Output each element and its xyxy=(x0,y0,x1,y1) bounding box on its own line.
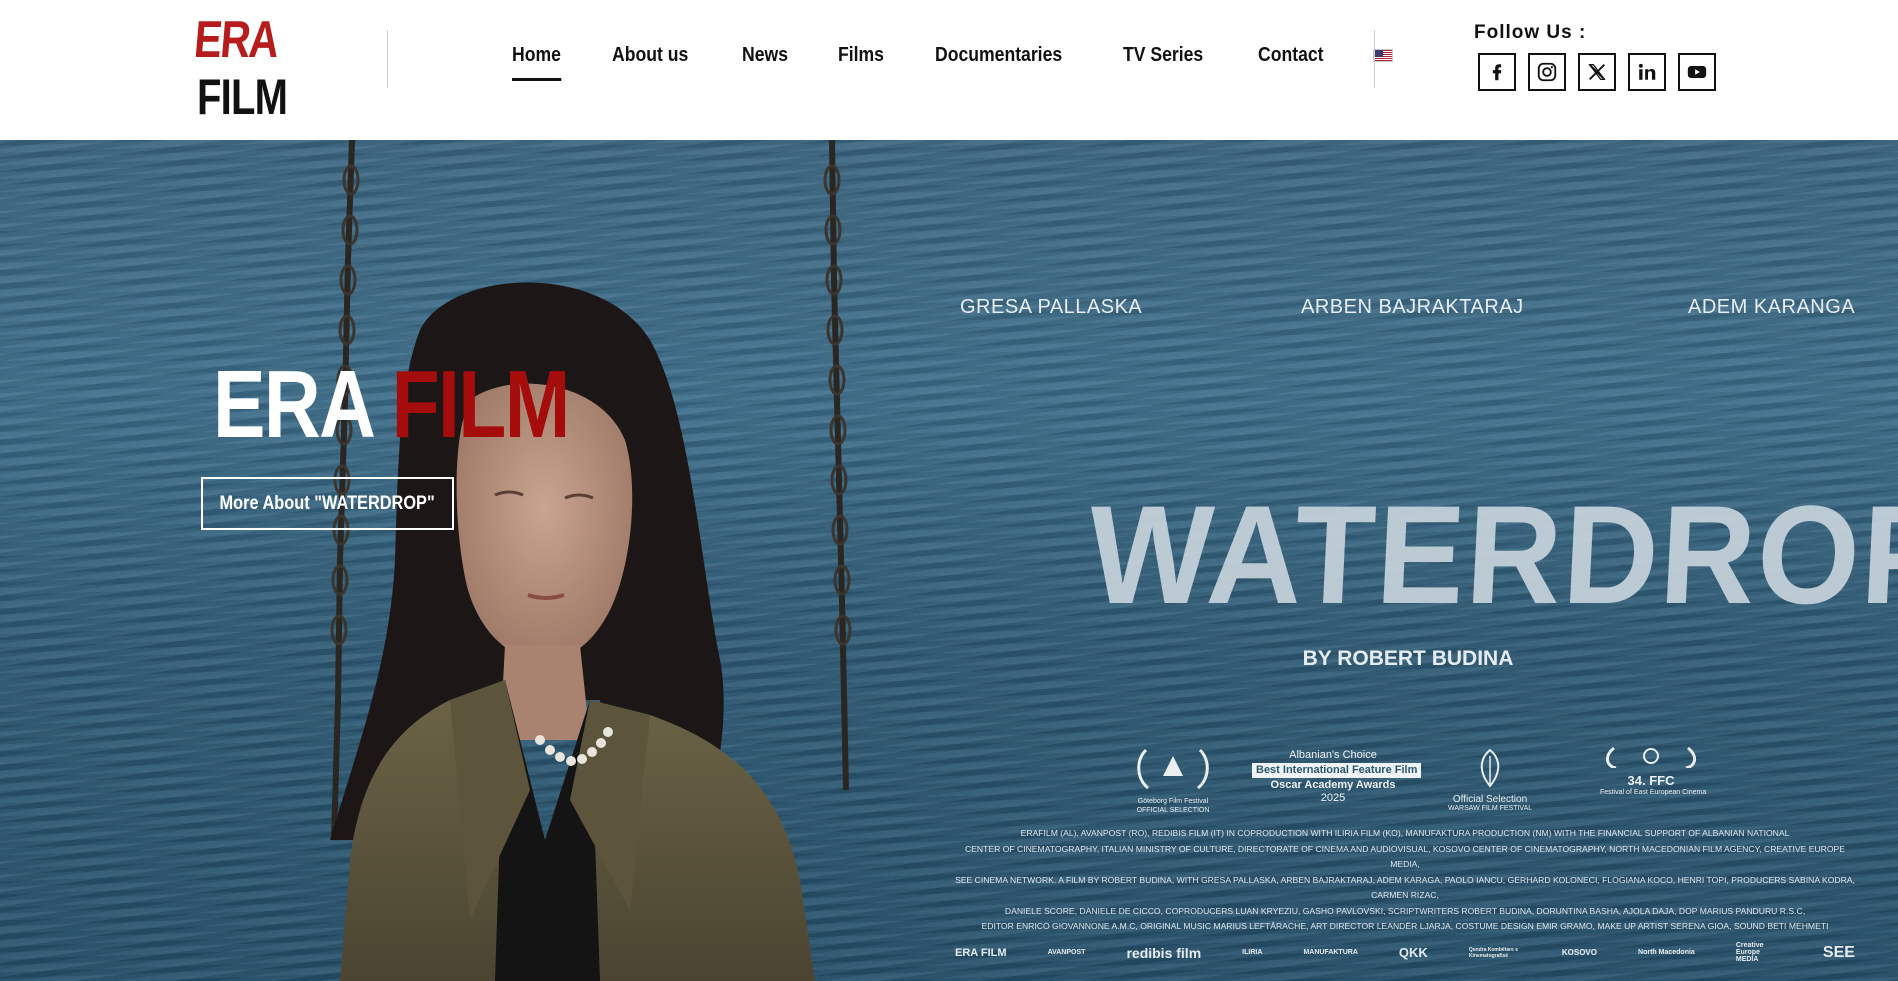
logo-bottom: FILM xyxy=(197,69,288,125)
site-header: ERA FILM Home About us News Films Docume… xyxy=(0,0,1898,140)
award-oscar-line3: Oscar Academy Awards xyxy=(1270,779,1396,791)
award-ffc: 34. FFC Festival of East European Cinema xyxy=(1600,746,1707,797)
director-credit: BY ROBERT BUDINA xyxy=(1302,647,1514,670)
award-ffc-sub: Festival of East European Cinema xyxy=(1600,789,1707,796)
credits-line: ERAFILM (AL), AVANPOST (RO), REDIBIS FIL… xyxy=(1020,828,1790,838)
hero-poster-figure xyxy=(330,140,852,981)
x-icon xyxy=(1588,64,1606,80)
hero-title-white: ERA xyxy=(213,351,373,458)
nav-home[interactable]: Home xyxy=(512,44,561,81)
follow-us-label: Follow Us : xyxy=(1474,22,1587,43)
movie-title: WATERDROP xyxy=(1084,476,1898,633)
credits-line: SEE CINEMA NETWORK. A FILM BY ROBERT BUD… xyxy=(955,874,1855,901)
sponsor-logo: SEE xyxy=(1822,943,1855,961)
hero-title: ERA FILM xyxy=(213,350,571,460)
era-film-logo[interactable]: ERA FILM xyxy=(192,4,288,125)
sponsor-logo: KOSOVO xyxy=(1561,948,1597,957)
billing-block: ERAFILM (AL), AVANPOST (RO), REDIBIS FIL… xyxy=(955,826,1855,935)
award-warsaw-sub: WARSAW FILM FESTIVAL xyxy=(1448,805,1533,812)
sponsor-logo: Qendra Kombëtare e Kinematografisë xyxy=(1468,946,1519,959)
sponsor-logo: ERA FILM xyxy=(955,946,1007,959)
credits-line: EDITOR ENRICO GIOVANNONE A.M.C, ORIGINAL… xyxy=(981,921,1829,931)
more-about-label: More About "WATERDROP" xyxy=(219,492,436,514)
leaf-icon xyxy=(1480,748,1500,788)
instagram-icon xyxy=(1537,62,1557,82)
logo-top: ERA xyxy=(192,11,280,69)
nav-films[interactable]: Films xyxy=(838,44,884,67)
laurel-icon xyxy=(1137,748,1209,790)
award-goteborg-name: Göteborg Film Festival xyxy=(1137,798,1209,805)
award-oscar-line2: Best International Feature Film xyxy=(1252,763,1422,778)
linkedin-icon xyxy=(1638,63,1656,80)
nav-news[interactable]: News xyxy=(742,44,788,67)
sponsor-logo: North Macedonia xyxy=(1638,949,1695,956)
linkedin-button[interactable] xyxy=(1628,53,1666,91)
facebook-icon xyxy=(1492,64,1502,81)
sponsor-logo: AVANPOST xyxy=(1047,949,1086,956)
award-oscar: Albanian's Choice Best International Fea… xyxy=(1252,749,1422,805)
sponsor-logo: ILIRIA xyxy=(1242,949,1263,956)
x-button[interactable] xyxy=(1578,53,1616,91)
hero-title-red: FILM xyxy=(391,351,571,458)
instagram-button[interactable] xyxy=(1528,53,1566,91)
hero-banner: ERA FILM More About "WATERDROP" GRESA PA… xyxy=(0,140,1898,981)
cast-name-2: ARBEN BAJRAKTARAJ xyxy=(1301,296,1524,318)
award-oscar-line4: 2025 xyxy=(1320,792,1346,804)
us-flag-icon[interactable] xyxy=(1372,49,1393,62)
sponsor-logo: redibis film xyxy=(1126,944,1202,961)
cast-name-1: GRESA PALLASKA xyxy=(960,296,1143,318)
award-warsaw-name: Official Selection xyxy=(1452,794,1528,805)
sponsor-logo: MANUFAKTURA xyxy=(1303,949,1358,956)
award-oscar-line1: Albanian's Choice xyxy=(1289,749,1377,761)
credits-line: CENTER OF CINEMATOGRAPHY, ITALIAN MINIST… xyxy=(964,843,1846,870)
main-nav: Home About us News Films Documentaries T… xyxy=(512,44,1393,81)
more-about-button[interactable]: More About "WATERDROP" xyxy=(201,477,454,530)
credits-line: DANIELE SCORE, DANIELE DE CICCO, COPRODU… xyxy=(1004,905,1806,916)
nav-tv-series[interactable]: TV Series xyxy=(1123,44,1203,67)
cast-name-3: ADEM KARANGA xyxy=(1688,296,1856,318)
award-warsaw: Official Selection WARSAW FILM FESTIVAL xyxy=(1448,746,1532,813)
header-divider-left xyxy=(387,30,388,88)
award-goteborg: Göteborg Film Festival OFFICIAL SELECTIO… xyxy=(1128,746,1218,815)
nav-documentaries[interactable]: Documentaries xyxy=(935,44,1062,67)
sponsor-logos: ERA FILM AVANPOST redibis film ILIRIA MA… xyxy=(955,942,1855,963)
youtube-button[interactable] xyxy=(1678,53,1716,91)
nav-about-us[interactable]: About us xyxy=(612,44,688,67)
award-goteborg-sub: OFFICIAL SELECTION xyxy=(1136,807,1210,814)
header-divider-right xyxy=(1374,30,1375,88)
social-links xyxy=(1478,53,1728,91)
sponsor-logo: Creative Europe MEDIA xyxy=(1735,942,1764,963)
award-ffc-name: 34. FFC xyxy=(1627,773,1675,788)
sponsor-logo: QKK xyxy=(1398,945,1428,960)
laurel-icon-2 xyxy=(1606,746,1696,770)
nav-contact[interactable]: Contact xyxy=(1258,44,1324,67)
youtube-icon xyxy=(1687,66,1707,78)
facebook-button[interactable] xyxy=(1478,53,1516,91)
